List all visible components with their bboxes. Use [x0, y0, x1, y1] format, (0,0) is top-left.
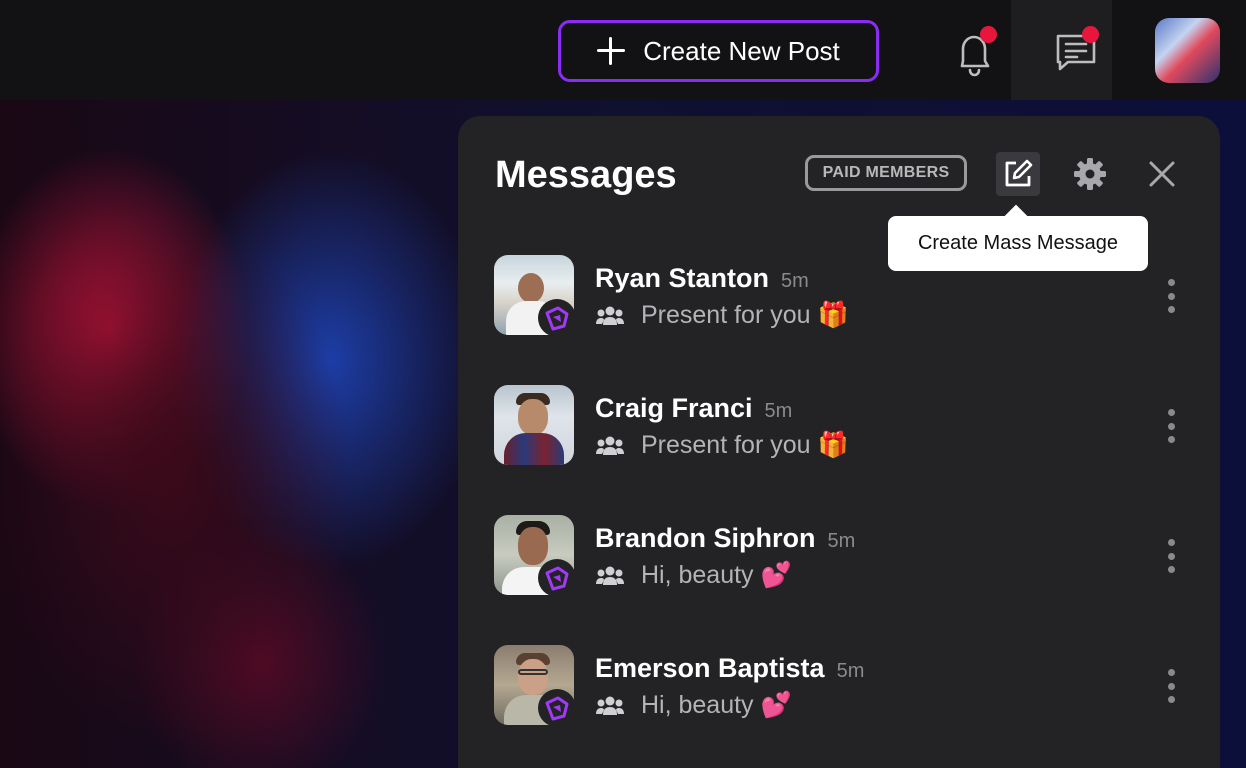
create-mass-message-button[interactable]	[996, 152, 1040, 196]
message-time: 5m	[764, 400, 793, 422]
panel-title: Messages	[495, 154, 677, 196]
gift-emoji: 🎁	[817, 431, 849, 459]
hearts-emoji: 💕	[760, 561, 792, 589]
messages-panel: Messages PAID MEMBERS Create Mass Messag…	[458, 116, 1220, 768]
group-icon	[596, 436, 624, 455]
sender-name-text: Craig Franci	[595, 393, 753, 423]
notifications-button[interactable]	[940, 20, 1010, 84]
message-preview: Hi, beauty 💕	[595, 561, 792, 590]
create-new-post-button[interactable]: Create New Post	[558, 20, 879, 82]
message-preview: Hi, beauty 💕	[595, 691, 792, 720]
verified-badge	[538, 689, 576, 727]
shield-icon	[545, 566, 569, 591]
sender-name: Ryan Stanton 5m	[595, 263, 809, 294]
user-avatar[interactable]	[1155, 18, 1220, 83]
message-row[interactable]: Craig Franci 5m Present for you 🎁	[494, 385, 1194, 467]
message-row[interactable]: Emerson Baptista 5m Hi, beauty 💕	[494, 645, 1194, 727]
bell-icon	[960, 35, 990, 77]
close-icon	[1149, 161, 1175, 187]
chat-icon	[1056, 34, 1096, 71]
message-time: 5m	[827, 530, 856, 552]
message-row[interactable]: Brandon Siphron 5m Hi, beauty 💕	[494, 515, 1194, 597]
sender-name: Craig Franci 5m	[595, 393, 792, 424]
sender-name-text: Ryan Stanton	[595, 263, 770, 293]
verified-badge	[538, 559, 576, 597]
top-bar: Create New Post	[0, 0, 1246, 100]
close-button[interactable]	[1142, 154, 1182, 194]
avatar	[494, 385, 574, 465]
kebab-icon[interactable]	[1164, 669, 1178, 703]
kebab-icon[interactable]	[1164, 409, 1178, 443]
plus-icon	[597, 37, 626, 65]
group-icon	[596, 566, 624, 585]
message-time: 5m	[781, 270, 809, 292]
verified-badge	[538, 299, 576, 337]
message-time: 5m	[836, 660, 865, 682]
paid-members-filter[interactable]: PAID MEMBERS	[805, 155, 967, 191]
messages-button[interactable]	[1011, 0, 1112, 100]
hearts-emoji: 💕	[760, 691, 792, 719]
message-dot	[1082, 26, 1099, 43]
kebab-icon[interactable]	[1164, 279, 1178, 313]
gift-emoji: 🎁	[817, 301, 849, 329]
message-preview: Present for you 🎁	[595, 431, 849, 460]
kebab-icon[interactable]	[1164, 539, 1178, 573]
preview-text: Hi, beauty	[641, 691, 754, 719]
sender-name: Emerson Baptista 5m	[595, 653, 864, 684]
preview-text: Present for you	[641, 431, 811, 459]
shield-icon	[545, 306, 569, 331]
preview-text: Present for you	[641, 301, 811, 329]
message-row[interactable]: Ryan Stanton 5m Present for you 🎁	[494, 255, 1194, 337]
gear-icon	[1074, 158, 1106, 190]
group-icon	[596, 696, 624, 715]
create-new-post-label: Create New Post	[643, 35, 840, 66]
group-icon	[596, 306, 624, 325]
sender-name: Brandon Siphron 5m	[595, 523, 855, 554]
compose-icon	[1005, 159, 1033, 187]
preview-text: Hi, beauty	[641, 561, 754, 589]
sender-name-text: Brandon Siphron	[595, 523, 816, 553]
notification-dot	[980, 26, 997, 43]
settings-button[interactable]	[1070, 154, 1110, 194]
shield-icon	[545, 696, 569, 721]
sender-name-text: Emerson Baptista	[595, 653, 825, 683]
message-preview: Present for you 🎁	[595, 301, 849, 330]
